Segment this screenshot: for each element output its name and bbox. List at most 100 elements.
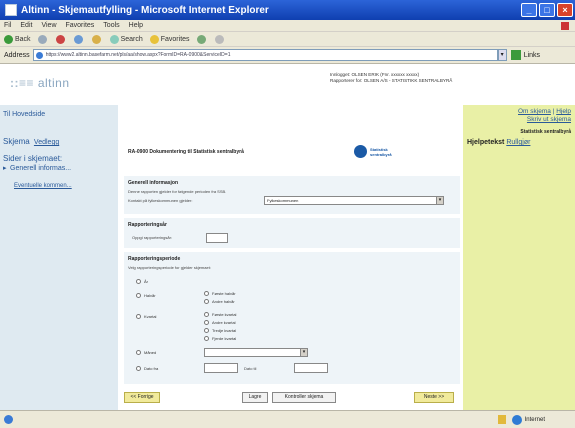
prev-button[interactable]: << Forrige (124, 392, 160, 403)
form-title: RA-0900 Dokumentering til Statistisk sen… (128, 149, 244, 155)
stop-button[interactable] (55, 34, 67, 44)
radio-label: Fjerde kvartal (212, 336, 237, 341)
next-button[interactable]: Neste >> (414, 392, 454, 403)
radio-circle (204, 320, 209, 325)
security-zone: Internet (511, 414, 545, 425)
radio-circle (204, 291, 209, 296)
pages-title: Sider i skjemaet: (3, 154, 63, 163)
zone-label: Internet (524, 416, 545, 423)
mail-icon (214, 34, 224, 44)
date-from-input[interactable] (204, 363, 238, 373)
sidebar-item-general[interactable]: ▸ Generell informas... (3, 165, 90, 173)
reporting-year-section: Rapporteringsår Oppgi rapporteringsår: (124, 218, 460, 248)
save-button[interactable]: Lagre (242, 392, 268, 403)
globe-icon (511, 414, 522, 425)
minimize-button[interactable]: _ (521, 3, 537, 17)
radio-quarter[interactable]: Kvartal (136, 314, 156, 319)
go-button[interactable] (510, 50, 521, 60)
menu-tools[interactable]: Tools (103, 22, 119, 29)
menu-favorites[interactable]: Favorites (66, 22, 95, 29)
address-dropdown[interactable]: ▾ (497, 49, 507, 61)
menu-file[interactable]: Fil (4, 22, 11, 29)
close-button[interactable]: × (557, 3, 573, 17)
media-icon (196, 34, 206, 44)
home-link[interactable]: Til Hovedside (3, 111, 45, 118)
ssb-logo-icon (354, 145, 367, 158)
ie-icon (5, 4, 17, 16)
logo-text: altinn (37, 76, 70, 90)
general-note: Denne rapporten gjelder for følgende per… (128, 189, 227, 194)
help-panel: Om skjema | Hjelp Skriv ut skjema Statis… (463, 105, 575, 410)
chevron-down-icon: ▾ (436, 197, 443, 204)
radio-q2[interactable]: Andre kvartal (204, 320, 236, 325)
radio-label: Måned (144, 350, 157, 355)
about-form-link[interactable]: Om skjema (518, 108, 551, 115)
sidebar-item-comments[interactable]: Eventuelle kommen... (14, 183, 74, 190)
window-title: Altinn - Skjemautfylling - Microsoft Int… (21, 4, 269, 16)
radio-circle (136, 279, 141, 284)
home-icon (91, 34, 101, 44)
menu-view[interactable]: View (41, 22, 56, 29)
home-button[interactable] (91, 34, 103, 44)
general-heading: Generell informasjon (128, 180, 179, 186)
radio-date-range[interactable]: Dato fra (136, 366, 158, 371)
menu-bar: Fil Edit View Favorites Tools Help (0, 20, 575, 32)
radio-label: Første kvartal (212, 312, 237, 317)
lock-icon (497, 415, 506, 424)
search-button[interactable]: Search (109, 34, 143, 44)
general-section: Generell informasjon Denne rapporten gje… (124, 176, 460, 214)
window-titlebar: Altinn - Skjemautfylling - Microsoft Int… (0, 0, 575, 20)
address-input[interactable]: https://www2.altinn.basefarm.net/pls/aa/… (32, 49, 498, 61)
menu-edit[interactable]: Edit (20, 22, 32, 29)
maximize-button[interactable]: □ (539, 3, 555, 17)
radio-half[interactable]: Halvår (136, 293, 156, 298)
back-button[interactable]: Back (4, 34, 31, 44)
forward-button[interactable] (37, 34, 49, 44)
refresh-button[interactable] (73, 34, 85, 44)
favorites-button[interactable]: Favorites (149, 34, 190, 44)
help-toggle-link[interactable]: Rullgjør (506, 139, 530, 146)
radio-year[interactable]: År (136, 279, 148, 284)
month-select[interactable]: ▾ (204, 348, 308, 357)
address-bar: Address https://www2.altinn.basefarm.net… (0, 47, 575, 64)
year-input[interactable] (206, 233, 228, 243)
search-label: Search (120, 35, 143, 43)
reporter-select[interactable]: Fylkeskommunen ▾ (264, 196, 444, 205)
links-button[interactable]: Links (524, 52, 540, 59)
radio-month[interactable]: Måned (136, 350, 156, 355)
radio-half-2[interactable]: Andre halvår (204, 299, 235, 304)
radio-circle (204, 312, 209, 317)
radio-label: Tredje kvartal (212, 328, 237, 333)
form-panel: RA-0900 Dokumentering til Statistisk sen… (124, 130, 460, 408)
address-label: Address (4, 51, 30, 59)
altinn-logo[interactable]: ::≡≡ altinn (10, 76, 70, 90)
radio-q1[interactable]: Første kvartal (204, 312, 236, 317)
radio-half-1[interactable]: Første halvår (204, 291, 236, 296)
radio-q3[interactable]: Tredje kvartal (204, 328, 236, 333)
media-button[interactable] (196, 34, 208, 44)
period-section: Rapporteringsperiode Velg rapporteringsp… (124, 252, 460, 384)
back-label: Back (15, 35, 31, 43)
radio-q4[interactable]: Fjerde kvartal (204, 336, 236, 341)
radio-label: Halvår (144, 293, 156, 298)
sidebar-tabs: Skjema Vedlegg (3, 137, 59, 146)
mail-button[interactable] (214, 34, 226, 44)
radio-circle (204, 299, 209, 304)
period-heading: Rapporteringsperiode (128, 256, 181, 262)
menu-help[interactable]: Help (129, 22, 143, 29)
page-icon (35, 52, 43, 59)
sidebar-item-label: Generell informas... (10, 165, 72, 172)
date-to-input[interactable] (294, 363, 328, 373)
refresh-icon (73, 34, 83, 44)
help-link[interactable]: Hjelp (556, 108, 571, 115)
print-form-link[interactable]: Skriv ut skjema (527, 116, 571, 123)
forward-icon (37, 34, 47, 44)
check-form-button[interactable]: Kontroller skjema (272, 392, 336, 403)
organization-name: Statistisk sentralbyrå (520, 129, 571, 135)
tab-vedlegg[interactable]: Vedlegg (34, 139, 59, 146)
tab-skjema[interactable]: Skjema (3, 137, 30, 146)
radio-circle (136, 366, 141, 371)
search-icon (109, 34, 119, 44)
favorites-label: Favorites (160, 35, 190, 43)
radio-label: Andre halvår (212, 299, 235, 304)
